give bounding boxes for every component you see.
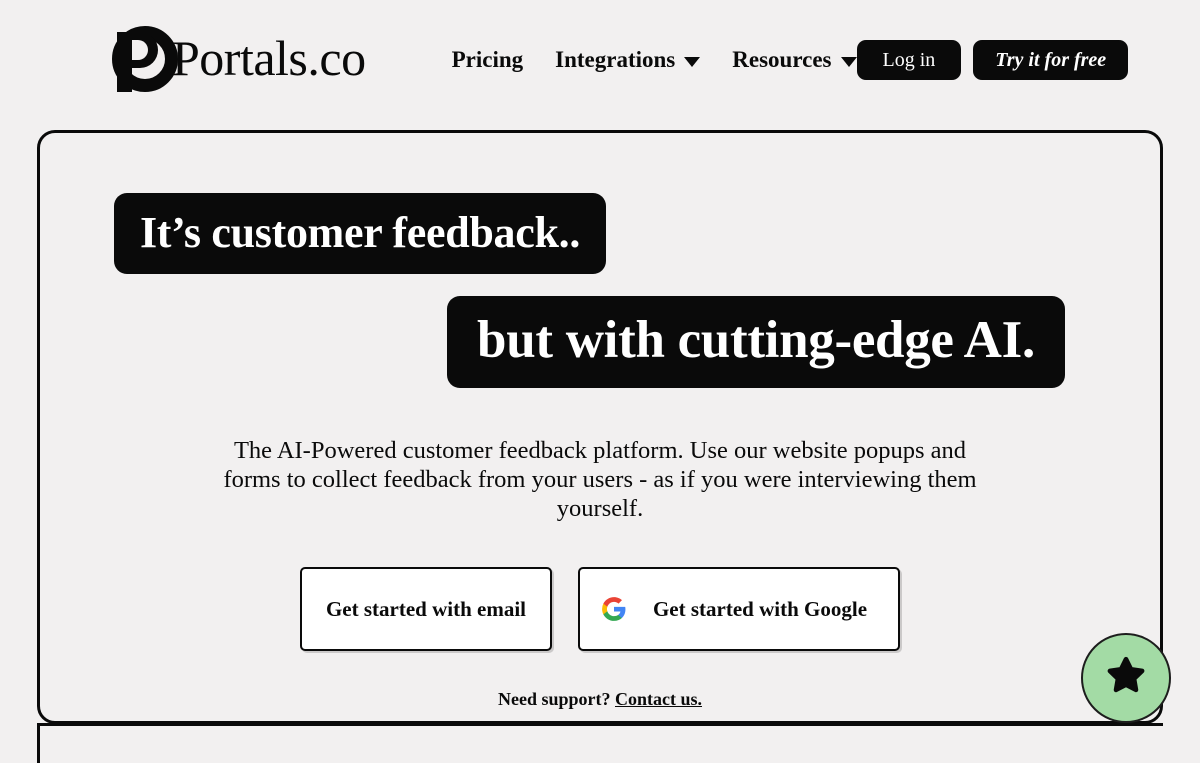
login-button[interactable]: Log in [856, 40, 962, 80]
hero-card: It’s customer feedback.. but with cuttin… [37, 130, 1163, 724]
hero-subtitle: The AI-Powered customer feedback platfor… [223, 437, 977, 522]
auth-actions: Log in Try it for free [856, 40, 1129, 80]
next-section-top-edge [37, 723, 1163, 763]
nav-item-integrations[interactable]: Integrations [555, 47, 701, 73]
get-started-with-email-button[interactable]: Get started with email [300, 567, 552, 651]
feedback-widget-button[interactable] [1081, 633, 1171, 723]
brand-logo[interactable]: Portals.co [100, 24, 366, 96]
chevron-down-icon [684, 57, 701, 67]
site-header: Portals.co Pricing Integrations Resource… [0, 0, 1200, 120]
chevron-down-icon [840, 57, 857, 67]
portals-p-logo-icon [100, 24, 178, 96]
cta-email-label: Get started with email [325, 596, 527, 621]
contact-us-link[interactable]: Contact us. [615, 689, 702, 709]
hero-headline-line1: It’s customer feedback.. [113, 193, 607, 274]
nav-item-resources[interactable]: Resources [732, 47, 857, 73]
google-g-icon [601, 596, 627, 622]
hero-headline-group: It’s customer feedback.. but with cuttin… [40, 133, 1160, 388]
try-it-for-free-button[interactable]: Try it for free [973, 40, 1129, 80]
main-navigation: Pricing Integrations Resources [452, 47, 857, 73]
brand-name: Portals.co [172, 30, 366, 86]
nav-item-label: Resources [732, 47, 832, 72]
nav-item-label: Integrations [555, 47, 676, 72]
support-line: Need support? Contact us. [40, 689, 1160, 710]
support-prompt: Need support? [497, 689, 611, 709]
star-icon [1103, 653, 1149, 704]
cta-google-label: Get started with Google [652, 596, 868, 621]
nav-item-label: Pricing [451, 47, 524, 72]
hero-headline-line2: but with cutting-edge AI. [447, 296, 1065, 388]
nav-item-pricing[interactable]: Pricing [452, 47, 524, 73]
get-started-with-google-button[interactable]: Get started with Google [578, 567, 900, 651]
hero-cta-row: Get started with email Get started with … [40, 567, 1160, 651]
